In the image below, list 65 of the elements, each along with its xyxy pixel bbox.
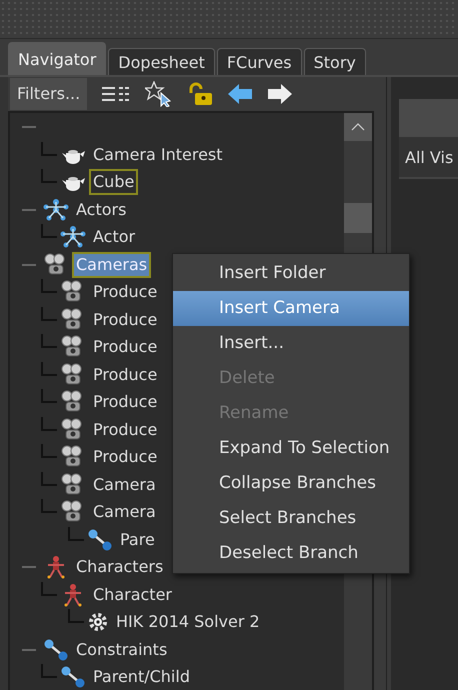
tree-line [22,264,36,266]
scrollbar-thumb[interactable] [344,202,372,232]
tree-line [41,444,57,458]
tree-line [41,389,57,404]
tab[interactable]: Story [304,48,366,75]
tree-item[interactable]: Produce [89,362,162,388]
tree-item[interactable]: Produce [89,416,162,443]
menu-item[interactable]: Expand To Selection [173,431,409,466]
constraint-link-icon [87,528,113,551]
tab[interactable]: FCurves [216,48,302,75]
unlocked-padlock-icon[interactable] [187,82,214,106]
tab[interactable]: Navigator [8,42,106,75]
tree-line [22,126,36,128]
tree-item[interactable]: Cube [89,169,138,196]
tree-line [41,142,57,156]
tree-line [41,224,57,238]
tree-line [41,362,57,376]
tab[interactable]: Dopesheet [108,48,215,75]
tree-line [22,648,36,651]
tree-line [41,334,57,348]
constraint-link-icon [60,666,86,688]
caret-up-icon [351,122,365,130]
constraint-link-icon [43,638,69,661]
menu-item[interactable]: Select Branches [173,501,409,536]
menu-item[interactable]: Insert... [173,326,409,361]
forward-arrow-icon[interactable] [267,82,294,105]
tree-item[interactable]: Pare [116,526,159,553]
tree-line [41,472,57,486]
tree-item[interactable]: Camera Interest [89,142,227,168]
back-arrow-icon[interactable] [227,82,254,105]
tree-line [41,499,57,514]
star-cursor-icon[interactable] [145,80,174,107]
menu-item[interactable]: Insert Folder [173,256,409,291]
filters-button[interactable]: Filters... [10,78,88,110]
tree-line [22,566,36,568]
tree-line [68,609,84,624]
tree-item[interactable]: Produce [89,306,162,333]
tree-line [41,416,57,431]
tree-line [41,582,57,596]
tree-item[interactable]: Constraints [72,636,172,663]
tree-item[interactable]: Produce [89,389,162,416]
tree-item[interactable]: Actors [72,196,130,223]
tree-item[interactable]: Produce [89,334,162,360]
tree-item[interactable]: Produce [89,279,162,306]
panel-label: All Vis [404,148,454,166]
actor-icon [43,198,69,221]
menu-item[interactable]: Deselect Branch [173,536,409,571]
tree-item[interactable]: Character [89,582,176,608]
tree-line [22,208,36,211]
actor-icon [60,226,86,248]
tree-line [41,664,57,678]
scroll-up-button[interactable] [344,112,372,140]
tree-line [41,306,57,321]
tree-item[interactable]: Camera [89,472,160,498]
tree-line [41,169,57,184]
tree-item[interactable]: Camera [89,499,160,526]
gear-icon [87,611,109,634]
tree-line [68,526,84,541]
tree-line [41,279,57,294]
tree-item[interactable]: Produce [89,444,162,470]
tree-item[interactable]: Actor [89,224,140,250]
tree-item[interactable]: HIK 2014 Solver 2 [112,609,264,636]
tree-item[interactable]: Characters [72,554,168,580]
menu-item[interactable]: Collapse Branches [173,466,409,501]
tree-item[interactable]: Parent/Child [89,664,194,690]
